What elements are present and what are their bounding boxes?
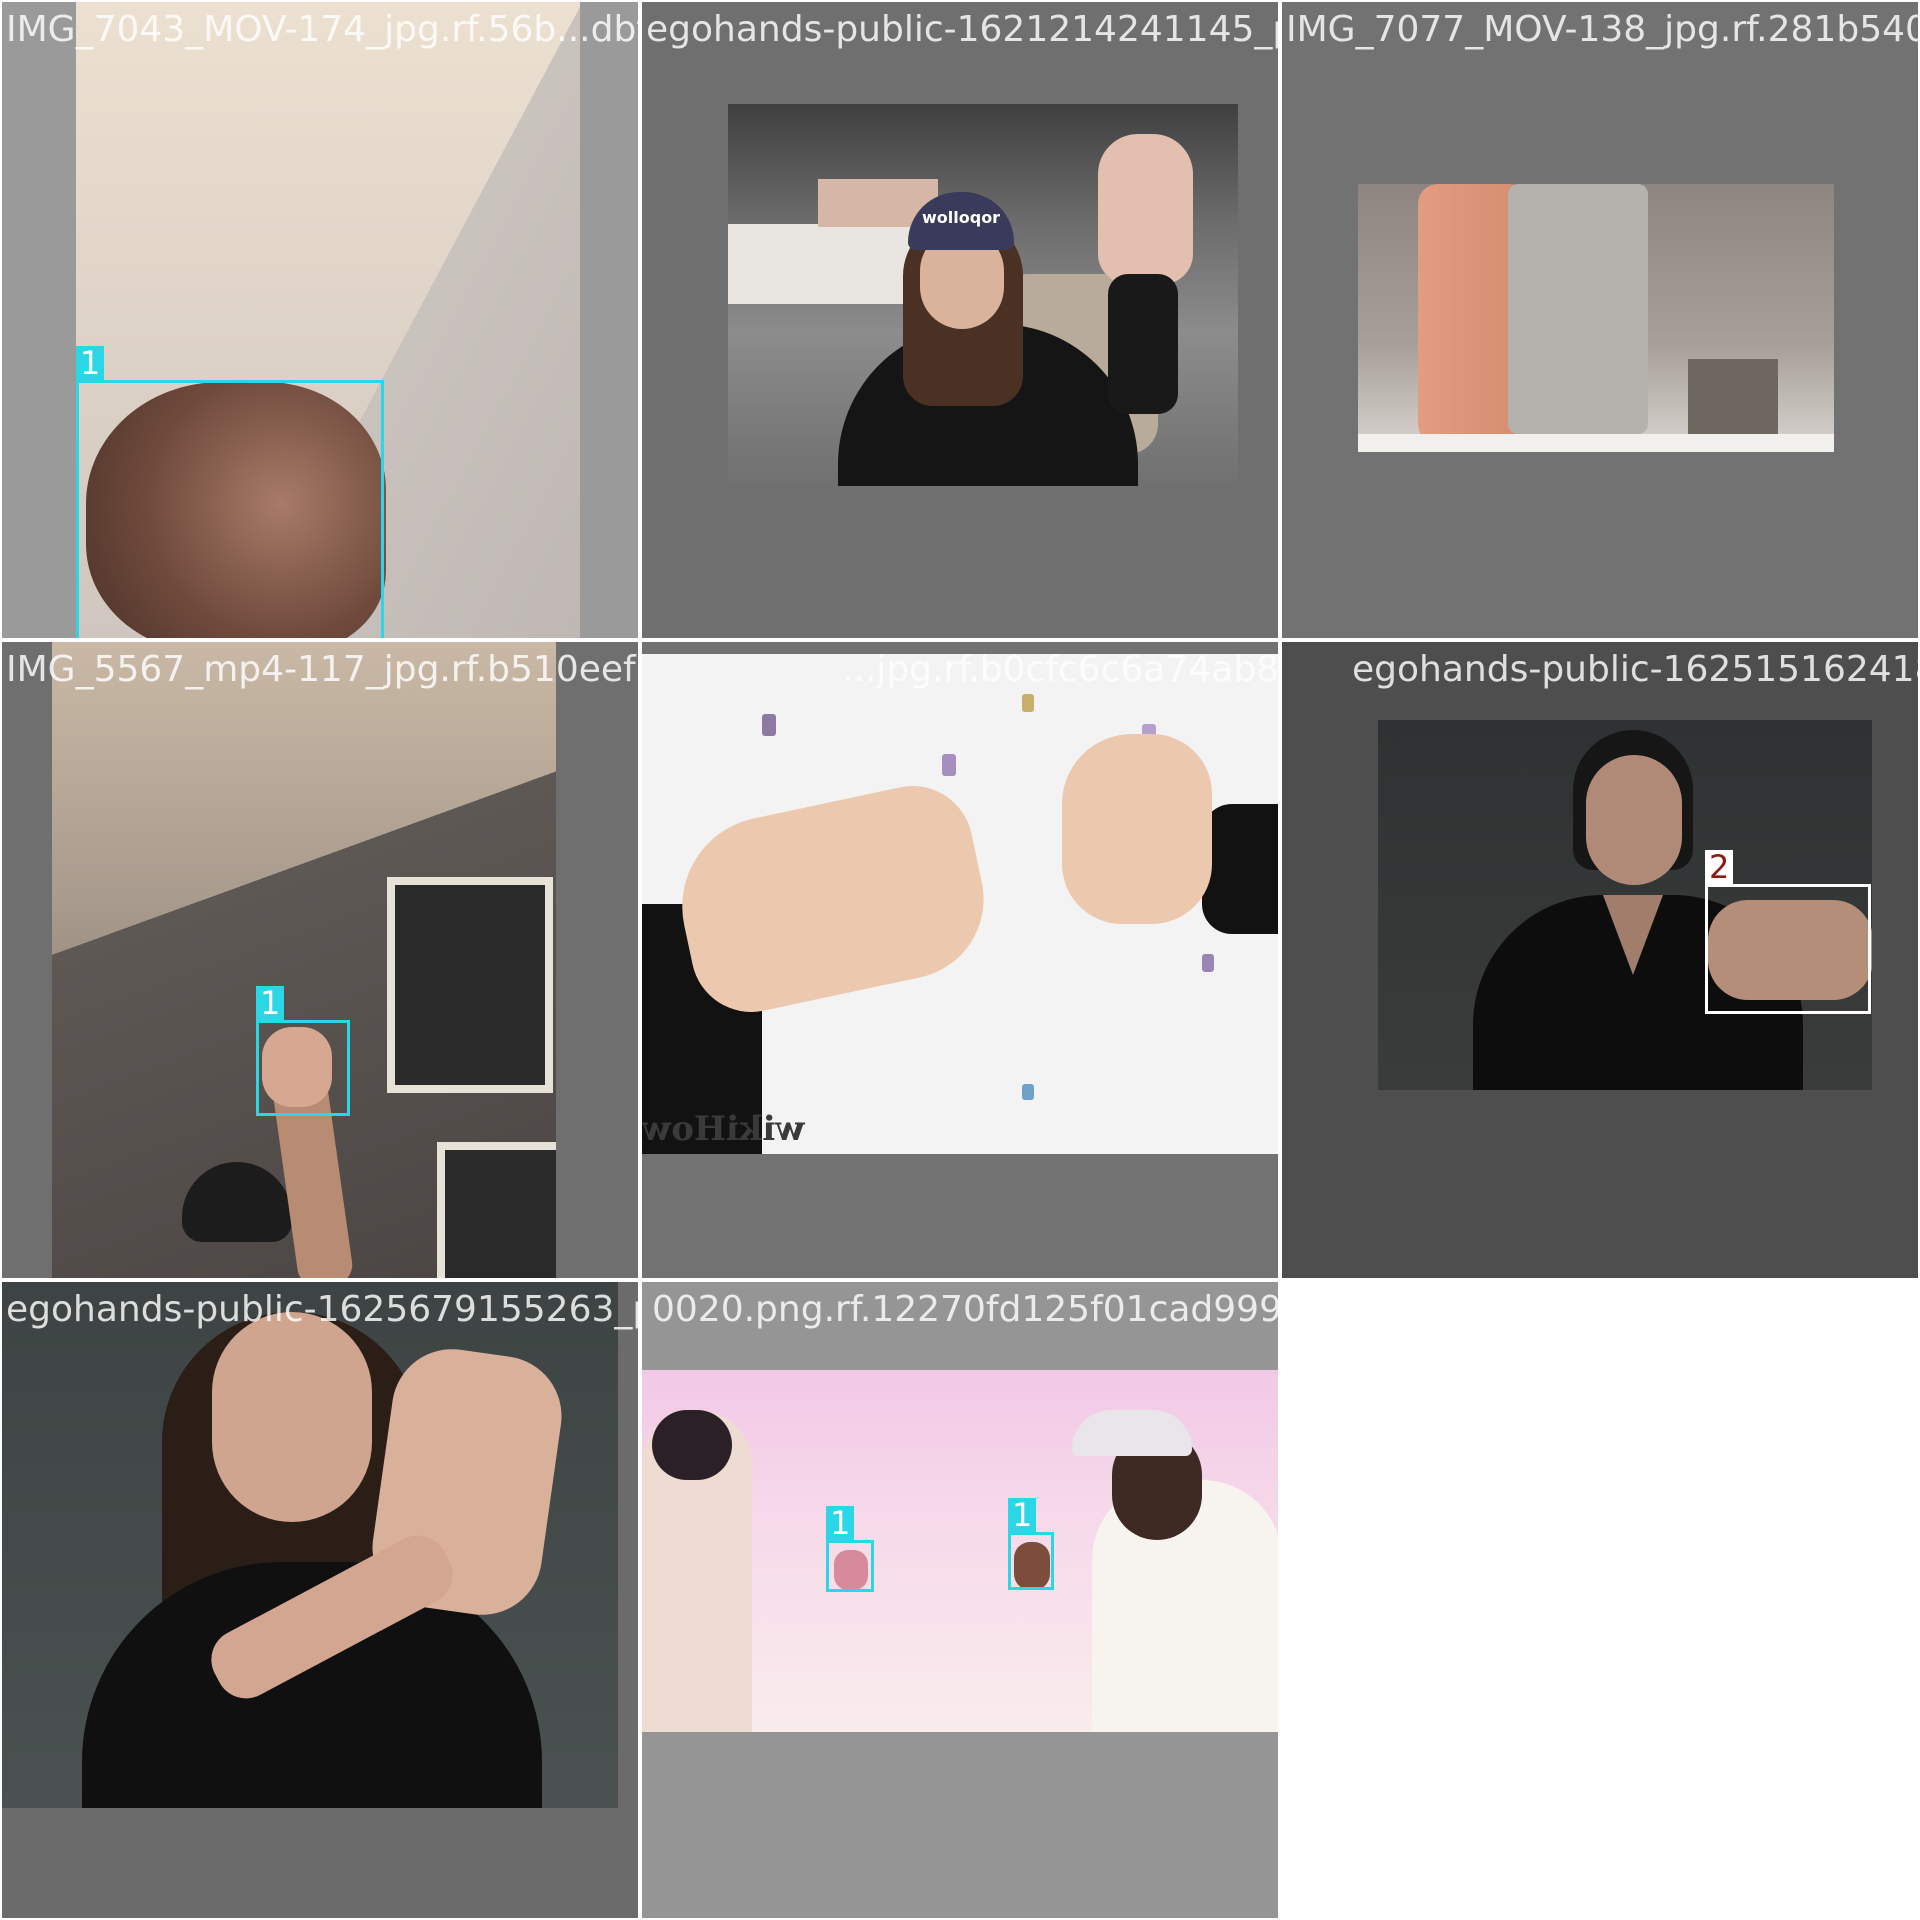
class-label-tag: 2 [1705, 850, 1734, 884]
tile-8: 1 1 0020.png.rf.12270fd125f01cad999a14bc… [640, 1280, 1280, 1920]
gray-shirt [1508, 184, 1648, 434]
hand-bounding-box [256, 1020, 350, 1116]
tile-4-photo [52, 642, 556, 1278]
person-face [212, 1312, 372, 1522]
hand-bounding-box [826, 1540, 874, 1592]
person-right-cap [1072, 1410, 1192, 1456]
tile-2: wolloqor egohands-public-1621214241145_p… [640, 0, 1280, 640]
confetti [1022, 694, 1034, 712]
tile-7: egohands-public-1625679155263_png_jpg.rf [0, 1280, 640, 1920]
tile-5-photo: wikiHow [642, 654, 1278, 1154]
confetti [942, 754, 956, 776]
watermark-logo-text: wikiHow [642, 1109, 805, 1149]
image-caption: IMG_7077_MOV-138_jpg.rf.281b5401 [1286, 9, 1920, 50]
tile-4: 1 IMG_5567_mp4-117_jpg.rf.b510eef6c...18… [0, 640, 640, 1280]
tile-1: 1 IMG_7043_MOV-174_jpg.rf.56b...dbff3ebb… [0, 0, 640, 640]
image-caption: egohands-public-1625151624183_png [1352, 649, 1918, 690]
tile-3-photo [1358, 184, 1834, 452]
class-label-tag: 1 [1008, 1498, 1037, 1532]
open-hand [665, 774, 999, 1024]
tile-5: wikiHow ...jpg.rf.b0cfc6c6a74ab89...7a24… [640, 640, 1280, 1280]
hand-bounding-box [76, 380, 384, 638]
raised-hand [1098, 134, 1193, 284]
tile-3: IMG_7077_MOV-138_jpg.rf.281b5401 [1280, 0, 1920, 640]
class-label-tag: 1 [826, 1506, 855, 1540]
thumbs-up-hand [1062, 734, 1212, 924]
picture-frame-lower [437, 1142, 556, 1278]
fireplace [1688, 359, 1778, 434]
confetti [1022, 1084, 1034, 1100]
tile-6: 2 egohands-public-1625151624183_png [1280, 640, 1920, 1280]
watermark-logo-text: wolloqor [922, 208, 1001, 227]
hand-bounding-box [1705, 884, 1871, 1014]
picture-frame-vase [387, 877, 553, 1093]
raised-forearm [1108, 274, 1178, 414]
image-caption: egohands-public-1621214241145_png_jpg.rf [646, 9, 1278, 50]
tile-8-photo [642, 1370, 1278, 1732]
tile-7-photo [2, 1282, 618, 1808]
hand-bounding-box [1008, 1532, 1054, 1590]
table-surface [1358, 434, 1834, 452]
person-face [1586, 755, 1682, 885]
tile-9-empty [1280, 1280, 1920, 1920]
person-left-hat [652, 1410, 732, 1480]
confetti [762, 714, 776, 736]
image-caption: 0020.png.rf.12270fd125f01cad999a14bc9d6d [652, 1289, 1280, 1330]
office-desks [728, 224, 928, 304]
confetti [1202, 954, 1214, 972]
tile-2-photo: wolloqor [728, 104, 1238, 486]
class-label-tag: 1 [256, 986, 285, 1020]
right-sleeve [1202, 804, 1278, 934]
class-label-tag: 1 [76, 346, 105, 380]
